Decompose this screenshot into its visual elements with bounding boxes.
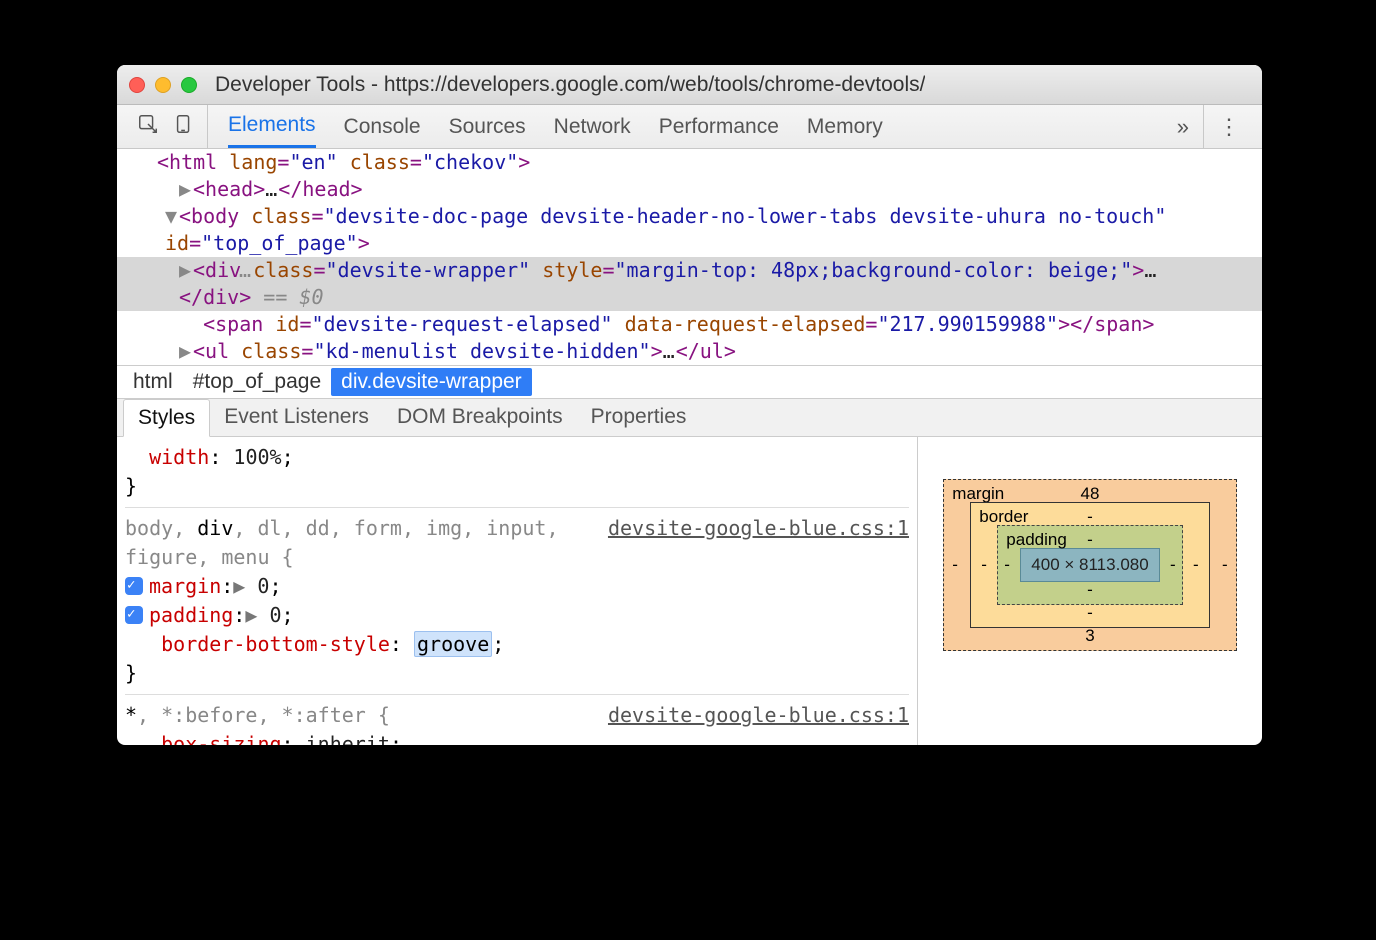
tab-elements[interactable]: Elements — [228, 105, 316, 148]
editing-value[interactable]: groove — [414, 631, 492, 657]
css-rule[interactable]: devsite-google-blue.css:1 *, *:before, *… — [125, 701, 909, 745]
main-tabs: Elements Console Sources Network Perform… — [208, 105, 1163, 148]
dom-node-html[interactable]: <html lang="en" class="chekov"> — [131, 149, 1262, 176]
window-title: Developer Tools - https://developers.goo… — [215, 73, 925, 97]
tab-sources[interactable]: Sources — [449, 105, 526, 148]
box-model-border[interactable]: border - - - - padding - - - - 400 × 811… — [970, 502, 1209, 628]
subtab-event-listeners[interactable]: Event Listeners — [210, 399, 383, 436]
more-tabs-button[interactable]: » — [1163, 105, 1203, 148]
dom-node-ul[interactable]: ▶<ul class="kd-menulist devsite-hidden">… — [131, 338, 1262, 365]
property-checkbox[interactable] — [125, 577, 143, 595]
source-link[interactable]: devsite-google-blue.css:1 — [608, 701, 909, 730]
breadcrumb-item[interactable]: html — [123, 368, 183, 396]
source-link[interactable]: devsite-google-blue.css:1 — [608, 514, 909, 543]
devtools-window: Developer Tools - https://developers.goo… — [117, 65, 1262, 745]
expand-triangle-icon[interactable]: ▶ — [179, 176, 193, 203]
devtools-toolbar: Elements Console Sources Network Perform… — [117, 105, 1262, 149]
zoom-window-button[interactable] — [181, 77, 197, 93]
dom-node-body[interactable]: ▼<body class="devsite-doc-page devsite-h… — [131, 203, 1262, 230]
dom-node-head[interactable]: ▶<head>…</head> — [131, 176, 1262, 203]
minimize-window-button[interactable] — [155, 77, 171, 93]
selector: body, div, dl, dd, form, img, input, fig… — [125, 516, 558, 569]
styles-pane[interactable]: width: 100%; } devsite-google-blue.css:1… — [117, 437, 917, 745]
css-rule[interactable]: devsite-google-blue.css:1 body, div, dl,… — [125, 514, 909, 688]
box-model-content[interactable]: 400 × 8113.080 — [1020, 548, 1159, 582]
css-rule[interactable]: width: 100%; } — [125, 443, 909, 501]
expand-triangle-icon[interactable]: ▶ — [179, 338, 193, 365]
dom-node-body-cont[interactable]: id="top_of_page"> — [131, 230, 1262, 257]
traffic-lights — [129, 77, 197, 93]
subtab-dom-breakpoints[interactable]: DOM Breakpoints — [383, 399, 577, 436]
breadcrumb-item-active[interactable]: div.devsite-wrapper — [331, 368, 532, 396]
toggle-device-icon[interactable] — [173, 113, 195, 140]
selector: *, *:before, *:after { — [125, 703, 390, 727]
overflow-menu-button[interactable]: ⋮ — [1203, 105, 1254, 148]
tab-network[interactable]: Network — [554, 105, 631, 148]
tab-console[interactable]: Console — [344, 105, 421, 148]
inspect-element-icon[interactable] — [137, 113, 159, 140]
toolbar-left-icons — [125, 105, 208, 148]
box-model-padding[interactable]: padding - - - - 400 × 8113.080 — [997, 525, 1182, 605]
dom-node-selected[interactable]: ▶<div class="devsite-wrapper" style="mar… — [117, 257, 1262, 311]
styles-subtabs: Styles Event Listeners DOM Breakpoints P… — [117, 399, 1262, 437]
box-model-margin[interactable]: margin 48 - - 3 border - - - - padding -… — [943, 479, 1236, 651]
property-checkbox[interactable] — [125, 606, 143, 624]
breadcrumb: html #top_of_page div.devsite-wrapper — [117, 365, 1262, 399]
expand-triangle-icon[interactable]: ▶ — [179, 257, 193, 284]
close-window-button[interactable] — [129, 77, 145, 93]
elements-tree[interactable]: <html lang="en" class="chekov"> ▶<head>…… — [117, 149, 1262, 365]
ellipsis-gutter-icon: … — [239, 257, 251, 284]
collapse-triangle-icon[interactable]: ▼ — [165, 203, 179, 230]
box-model-pane[interactable]: margin 48 - - 3 border - - - - padding -… — [917, 437, 1262, 745]
titlebar: Developer Tools - https://developers.goo… — [117, 65, 1262, 105]
tab-performance[interactable]: Performance — [659, 105, 779, 148]
tab-memory[interactable]: Memory — [807, 105, 883, 148]
subtab-properties[interactable]: Properties — [577, 399, 701, 436]
styles-area: width: 100%; } devsite-google-blue.css:1… — [117, 437, 1262, 745]
subtab-styles[interactable]: Styles — [123, 399, 210, 437]
breadcrumb-item[interactable]: #top_of_page — [183, 368, 331, 396]
dom-node-span[interactable]: <span id="devsite-request-elapsed" data-… — [131, 311, 1262, 338]
